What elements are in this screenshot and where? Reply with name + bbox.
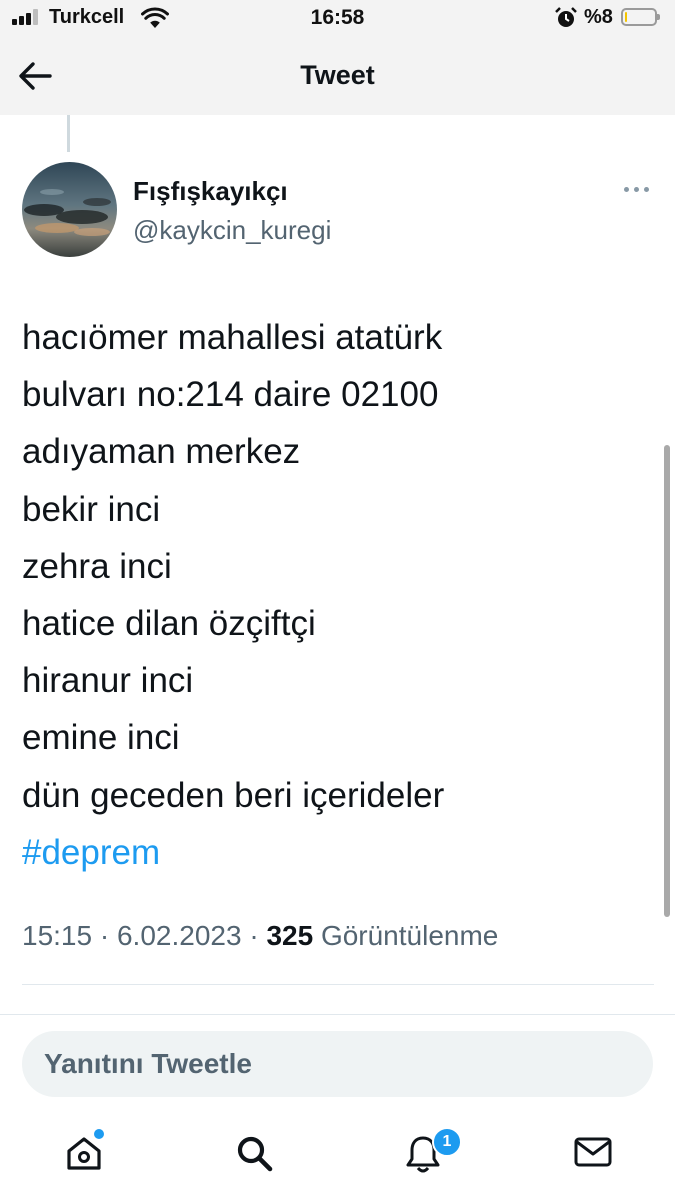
battery-icon [621,8,660,26]
status-bar: Turkcell 16:58 %8 [0,0,675,38]
author-handle[interactable]: @kaykcin_kuregi [133,215,331,246]
tweet-text-line: bekir inci [22,489,161,529]
avatar-image [22,162,117,257]
tweet-text-line: adıyaman merkez [22,432,301,472]
divider [0,1014,675,1015]
scrollbar[interactable] [664,445,670,917]
tweet-text-line: dün geceden beri içerideler [22,775,445,815]
hashtag-link[interactable]: #deprem [22,824,662,881]
tweet-time[interactable]: 15:15 [22,920,92,951]
top-navigation-bar: Tweet [0,38,675,115]
avatar[interactable] [22,162,117,257]
alarm-icon [555,7,577,27]
meta-separator: · [99,920,110,951]
tab-search[interactable] [229,1128,279,1178]
tweet-text-line: hiranur inci [22,661,194,701]
tweet-text: hacıömer mahallesi atatürk bulvarı no:21… [22,309,662,881]
battery-percent: %8 [584,6,613,28]
notification-badge: 1 [432,1127,462,1157]
page-title: Tweet [300,60,375,90]
home-icon [67,1137,101,1170]
tweet-text-line: zehra inci [22,546,172,586]
tweet-date[interactable]: 6.02.2023 [117,920,242,951]
messages-icon [574,1137,612,1167]
home-unread-dot [94,1129,104,1139]
views-label[interactable]: Görüntülenme [321,920,498,951]
tweet-metadata: 15:15 · 6.02.2023 · 325 Görüntülenme [22,920,498,952]
divider [22,984,654,985]
reply-input[interactable]: Yanıtını Tweetle [22,1031,653,1097]
meta-separator: · [249,920,259,951]
bottom-tab-bar: 1 [0,1110,675,1200]
tweet-text-line: hacıömer mahallesi atatürk [22,318,443,357]
tab-messages[interactable] [567,1128,617,1178]
more-options-button[interactable] [622,182,652,196]
views-count[interactable]: 325 [266,920,313,951]
tweet-text-line: emine inci [22,718,180,758]
author-display-name[interactable]: Fışfışkayıkçı [133,176,288,207]
thread-connector-line [67,115,70,152]
search-icon [237,1136,273,1172]
tweet-text-line: hatice dilan özçiftçi [22,604,316,644]
tweet-text-line: bulvarı no:214 daire 02100 [22,375,439,415]
battery-level-fill [625,12,627,22]
